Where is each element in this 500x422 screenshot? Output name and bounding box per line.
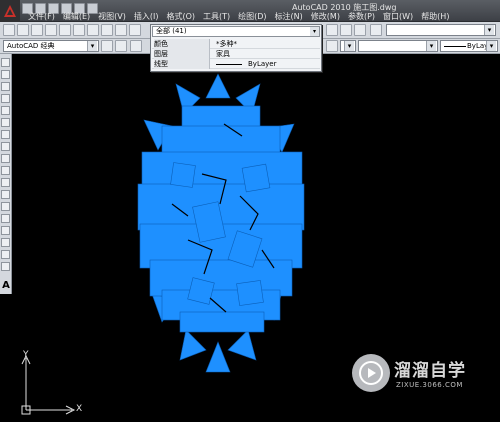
menu-file[interactable]: 文件(F) (24, 12, 59, 22)
text-style-icon[interactable] (130, 40, 142, 52)
make-block-icon[interactable] (1, 202, 10, 211)
paint-brush-icon[interactable] (370, 24, 382, 36)
gradient-icon[interactable] (1, 238, 10, 247)
menu-help[interactable]: 帮助(H) (417, 12, 453, 22)
layer-dropdown[interactable] (340, 40, 356, 52)
menu-bar: 文件(F) 编辑(E) 视图(V) 插入(I) 格式(O) 工具(T) 绘图(D… (24, 12, 453, 22)
property-row-linetype[interactable]: 线型 ByLayer (152, 59, 320, 69)
paste-icon[interactable] (115, 24, 127, 36)
save-icon[interactable] (31, 24, 43, 36)
multiline-text-icon[interactable]: A (1, 280, 11, 291)
menu-insert[interactable]: 插入(I) (130, 12, 163, 22)
workspace-dropdown[interactable]: AutoCAD 经典 (3, 40, 99, 52)
play-logo-icon (352, 354, 390, 392)
chevron-down-icon[interactable]: ▾ (310, 27, 319, 36)
menu-draw[interactable]: 绘图(D) (234, 12, 270, 22)
table-icon[interactable] (1, 262, 10, 271)
preview-icon[interactable] (59, 24, 71, 36)
lineweight-sample (444, 46, 466, 47)
ucs-y-label: Y (23, 350, 29, 360)
table-block-cluster (137, 105, 305, 333)
ellipse-arc-icon[interactable] (1, 178, 10, 187)
arc-icon[interactable] (1, 118, 10, 127)
ucs-icon: Y X (20, 350, 85, 418)
property-value[interactable]: *多种* (216, 39, 318, 49)
layer-icon[interactable] (326, 40, 338, 52)
watermark-url: ZIXUE.3066.COM (396, 381, 463, 389)
title-bar: AutoCAD 2010 施工图.dwg 文件(F) 编辑(E) 视图(V) 插… (0, 0, 500, 22)
gear-icon[interactable] (101, 40, 113, 52)
print-icon[interactable] (45, 24, 57, 36)
chair-triangle-bottom (205, 341, 231, 373)
open-icon[interactable] (17, 24, 29, 36)
autocad-logo-icon[interactable] (0, 0, 20, 22)
menu-format[interactable]: 格式(O) (162, 12, 199, 22)
insert-block-icon[interactable] (1, 190, 10, 199)
region-icon[interactable] (1, 250, 10, 259)
property-row-color[interactable]: 颜色 *多种* (152, 39, 320, 49)
cut-icon[interactable] (87, 24, 99, 36)
construction-line-icon[interactable] (1, 70, 10, 79)
workspace-settings-icon[interactable] (115, 40, 127, 52)
ucs-x-label: X (76, 404, 83, 414)
hatch-icon[interactable] (1, 226, 10, 235)
property-row-layer[interactable]: 图层 家具 (152, 49, 320, 59)
property-label: 图层 (154, 49, 210, 59)
menu-window[interactable]: 窗口(W) (379, 12, 417, 22)
watermark-title: 溜溜自学 (394, 361, 466, 381)
menu-view[interactable]: 视图(V) (94, 12, 130, 22)
copy-icon[interactable] (101, 24, 113, 36)
property-label: 线型 (154, 59, 210, 69)
rectangle-icon[interactable] (1, 106, 10, 115)
publish-icon[interactable] (73, 24, 85, 36)
point-icon[interactable] (1, 214, 10, 223)
spline-icon[interactable] (1, 154, 10, 163)
menu-tools[interactable]: 工具(T) (199, 12, 234, 22)
polyline-icon[interactable] (1, 82, 10, 91)
color-dropdown[interactable] (386, 24, 496, 36)
property-value[interactable]: 家具 (216, 49, 318, 59)
revision-cloud-icon[interactable] (1, 142, 10, 151)
match-properties-icon[interactable] (129, 24, 141, 36)
linetype-text: ByLayer (248, 60, 277, 68)
layer-state-icon[interactable] (340, 24, 352, 36)
layer-properties-icon[interactable] (326, 24, 338, 36)
menu-modify[interactable]: 修改(M) (307, 12, 344, 22)
layer-previous-icon[interactable] (354, 24, 366, 36)
chair-triangle-bottom-right (227, 329, 257, 361)
draw-toolbar: A (0, 54, 12, 294)
menu-edit[interactable]: 编辑(E) (59, 12, 94, 22)
chair-triangle-bottom-left (179, 329, 207, 361)
selection-count: 全部 (41) (156, 27, 187, 35)
watermark: 溜溜自学 ZIXUE.3066.COM (352, 354, 472, 400)
lineweight-dropdown[interactable]: ByLayer (440, 40, 498, 52)
line-icon[interactable] (1, 58, 10, 67)
property-label: 颜色 (154, 39, 210, 49)
linetype-dropdown[interactable] (358, 40, 438, 52)
lineweight-value: ByLayer (467, 42, 496, 50)
chair-triangle-top (205, 73, 231, 99)
ellipse-icon[interactable] (1, 166, 10, 175)
menu-parametric[interactable]: 参数(P) (344, 12, 379, 22)
selection-dropdown[interactable]: 全部 (41) ▾ (152, 26, 320, 37)
circle-icon[interactable] (1, 130, 10, 139)
polygon-icon[interactable] (1, 94, 10, 103)
linetype-sample (216, 64, 242, 65)
new-icon[interactable] (3, 24, 15, 36)
menu-dimension[interactable]: 标注(N) (271, 12, 307, 22)
quick-properties-panel: 全部 (41) ▾ 颜色 *多种* 图层 家具 线型 ByLayer (150, 24, 322, 72)
